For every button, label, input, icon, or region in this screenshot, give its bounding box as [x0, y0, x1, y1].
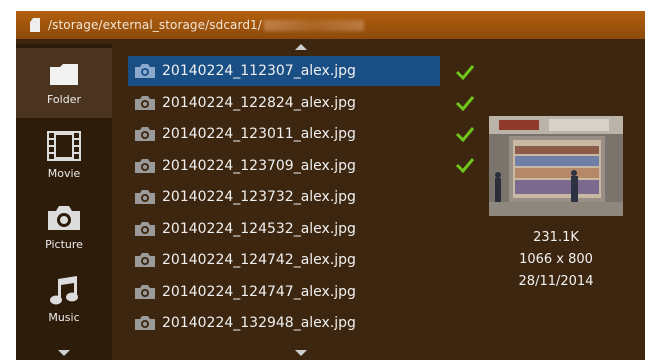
path-text: /storage/external_storage/sdcard1/ — [48, 18, 262, 32]
file-row-6[interactable]: 20140224_124532_alex.jpg — [128, 214, 438, 244]
file-row-9[interactable]: 20140224_132948_alex.jpg — [128, 308, 438, 338]
sidebar-item-music[interactable]: Music — [16, 264, 112, 334]
camera-icon — [135, 222, 155, 236]
file-row-1[interactable]: 20140224_112307_alex.jpg — [128, 56, 440, 86]
checkmark-icon — [455, 96, 475, 111]
file-row-7[interactable]: 20140224_124742_alex.jpg — [128, 245, 438, 275]
film-icon — [47, 130, 81, 161]
sidebar-item-label: Folder — [47, 92, 81, 106]
preview-thumbnail — [489, 116, 623, 216]
street-photo-image — [489, 116, 623, 216]
file-name: 20140224_123011_alex.jpg — [162, 126, 356, 142]
camera-icon — [135, 316, 155, 330]
list-scroll-up-icon[interactable] — [295, 44, 307, 50]
checkmark-icon — [455, 158, 475, 173]
preview-dimensions: 1066 x 800 — [519, 252, 593, 267]
file-name: 20140224_112307_alex.jpg — [162, 63, 356, 79]
camera-icon — [135, 64, 155, 78]
file-name: 20140224_122824_alex.jpg — [162, 95, 356, 111]
camera-icon — [135, 190, 155, 204]
file-name: 20140224_123709_alex.jpg — [162, 158, 356, 174]
path-bar: /storage/external_storage/sdcard1/ — [16, 11, 645, 39]
sd-card-icon — [30, 18, 40, 32]
file-name: 20140224_124742_alex.jpg — [162, 252, 356, 268]
checkmark-icon — [455, 127, 475, 142]
file-row-3[interactable]: 20140224_123011_alex.jpg — [128, 119, 438, 149]
camera-icon — [135, 159, 155, 173]
music-note-icon — [50, 275, 78, 304]
folder-icon — [50, 63, 78, 85]
camera-icon — [48, 205, 80, 230]
sidebar-item-picture[interactable]: Picture — [16, 192, 112, 262]
camera-icon — [135, 127, 155, 141]
camera-icon — [135, 96, 155, 110]
sidebar-scroll-down-icon[interactable] — [58, 350, 70, 356]
file-row-8[interactable]: 20140224_124747_alex.jpg — [128, 277, 438, 307]
file-row-5[interactable]: 20140224_123732_alex.jpg — [128, 182, 438, 212]
blurred-folder-name — [263, 19, 364, 31]
file-row-4[interactable]: 20140224_123709_alex.jpg — [128, 151, 438, 181]
file-list: 20140224_112307_alex.jpg 20140224_122824… — [128, 44, 473, 360]
category-sidebar: Folder Movie Picture Music — [16, 44, 112, 360]
file-name: 20140224_132948_alex.jpg — [162, 315, 356, 331]
file-name: 20140224_124747_alex.jpg — [162, 284, 356, 300]
camera-icon — [135, 253, 155, 267]
checkmark-icon — [455, 65, 475, 80]
preview-date: 28/11/2014 — [518, 274, 594, 289]
sidebar-item-label: Movie — [47, 166, 81, 180]
file-name: 20140224_123732_alex.jpg — [162, 189, 356, 205]
sidebar-item-folder[interactable]: Folder — [16, 48, 112, 118]
sidebar-item-movie[interactable]: Movie — [16, 120, 112, 190]
sidebar-item-label: Music — [48, 310, 80, 324]
list-scroll-down-icon[interactable] — [295, 350, 307, 356]
file-row-2[interactable]: 20140224_122824_alex.jpg — [128, 88, 438, 118]
camera-icon — [135, 285, 155, 299]
file-name: 20140224_124532_alex.jpg — [162, 221, 356, 237]
sidebar-item-label: Picture — [45, 237, 83, 251]
preview-file-size: 231.1K — [533, 230, 579, 245]
